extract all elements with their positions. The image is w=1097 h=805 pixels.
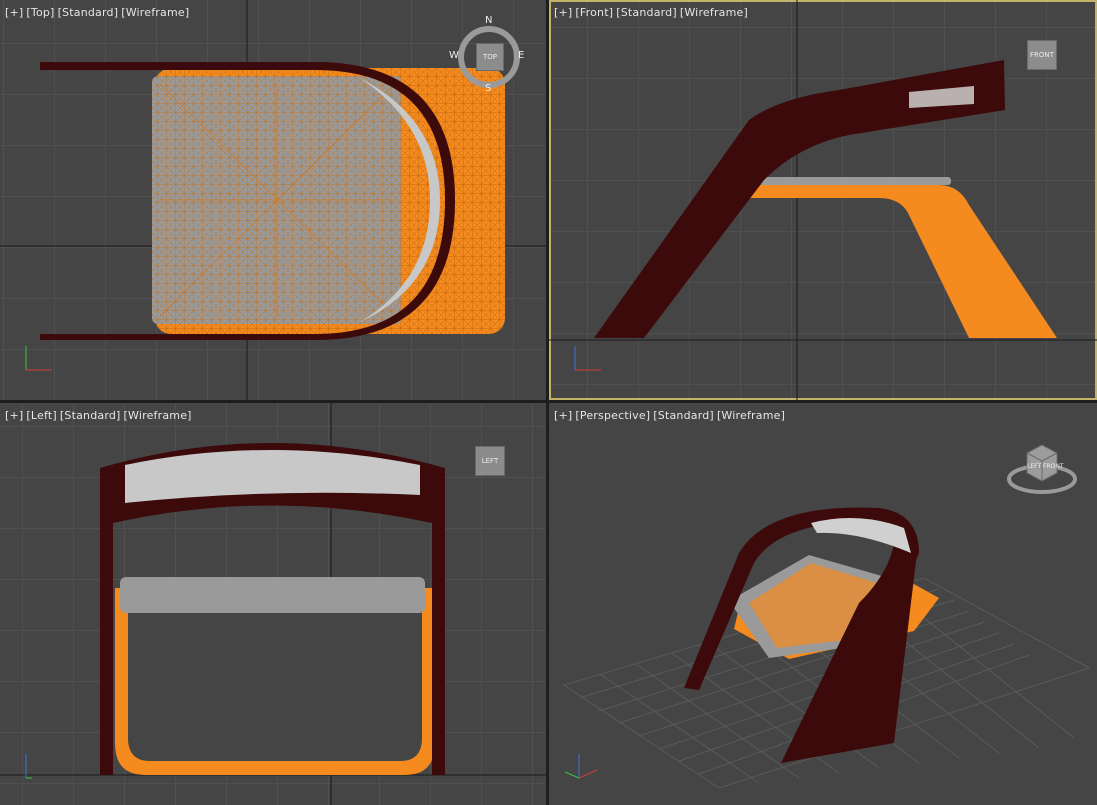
axis-tripod-icon — [25, 754, 32, 779]
view-cube-front[interactable]: FRONT — [1027, 40, 1057, 70]
compass-south[interactable]: S — [485, 83, 491, 94]
view-cube-icon — [1007, 444, 1077, 494]
view-cube-left[interactable]: LEFT — [475, 446, 505, 476]
compass-north[interactable]: N — [485, 15, 492, 26]
seat-front[interactable] — [749, 185, 1057, 338]
viewport-left[interactable]: [+] [Left] [Standard] [Wireframe] LEFT — [0, 403, 546, 805]
compass-west[interactable]: W — [449, 50, 459, 61]
front-scene — [549, 0, 1097, 400]
viewcube-face-left[interactable]: LEFT — [1027, 463, 1041, 470]
view-cube-top[interactable]: TOP N E S W — [449, 15, 524, 94]
axis-tripod-icon — [574, 346, 601, 371]
viewcube-face-front[interactable]: FRONT — [1043, 463, 1064, 470]
compass-east[interactable]: E — [518, 50, 524, 61]
axis-tripod-icon — [564, 754, 598, 779]
viewcube-face[interactable]: FRONT — [1027, 40, 1057, 70]
view-cube-perspective[interactable]: LEFT FRONT — [1007, 441, 1077, 496]
viewport-top[interactable]: [+][Top][Standard][Wireframe] TOP N E — [0, 0, 546, 400]
axis-tripod-icon — [25, 346, 52, 371]
viewport-perspective[interactable]: [+] [Perspective] [Standard] [Wireframe] LE… — [549, 403, 1097, 805]
viewcube-face[interactable]: TOP — [476, 43, 504, 71]
viewcube-face[interactable]: LEFT — [475, 446, 505, 476]
viewport-front[interactable]: [+] [Front] [Standard] [Wireframe] FRONT — [549, 0, 1097, 400]
left-scene — [0, 403, 546, 805]
